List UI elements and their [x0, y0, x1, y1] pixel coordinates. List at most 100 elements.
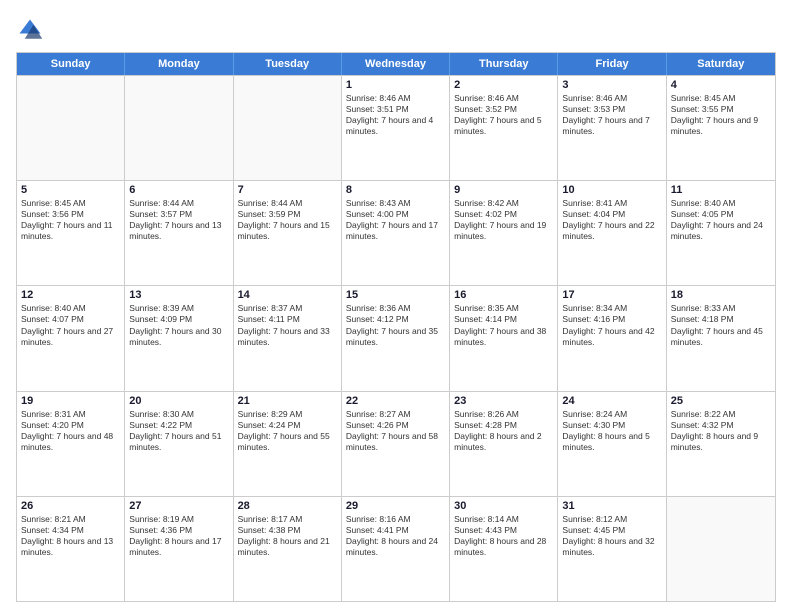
day-number: 28: [238, 500, 337, 512]
empty-cell-r0c0: [17, 76, 125, 180]
weekday-header-monday: Monday: [125, 53, 233, 75]
cell-info: Sunrise: 8:37 AM Sunset: 4:11 PM Dayligh…: [238, 303, 337, 347]
cell-info: Sunrise: 8:22 AM Sunset: 4:32 PM Dayligh…: [671, 409, 771, 453]
day-cell-19: 19 Sunrise: 8:31 AM Sunset: 4:20 PM Dayli…: [17, 392, 125, 496]
cell-info: Sunrise: 8:42 AM Sunset: 4:02 PM Dayligh…: [454, 198, 553, 242]
cell-info: Sunrise: 8:36 AM Sunset: 4:12 PM Dayligh…: [346, 303, 445, 347]
day-number: 6: [129, 184, 228, 196]
day-number: 26: [21, 500, 120, 512]
cell-info: Sunrise: 8:40 AM Sunset: 4:07 PM Dayligh…: [21, 303, 120, 347]
cell-info: Sunrise: 8:41 AM Sunset: 4:04 PM Dayligh…: [562, 198, 661, 242]
day-number: 15: [346, 289, 445, 301]
calendar-row-2: 12 Sunrise: 8:40 AM Sunset: 4:07 PM Dayli…: [17, 285, 775, 390]
day-number: 12: [21, 289, 120, 301]
day-cell-7: 7 Sunrise: 8:44 AM Sunset: 3:59 PM Daylig…: [234, 181, 342, 285]
day-number: 27: [129, 500, 228, 512]
weekday-header-thursday: Thursday: [450, 53, 558, 75]
weekday-header-wednesday: Wednesday: [342, 53, 450, 75]
day-number: 19: [21, 395, 120, 407]
day-number: 2: [454, 79, 553, 91]
day-cell-28: 28 Sunrise: 8:17 AM Sunset: 4:38 PM Dayli…: [234, 497, 342, 601]
day-cell-14: 14 Sunrise: 8:37 AM Sunset: 4:11 PM Dayli…: [234, 286, 342, 390]
day-number: 8: [346, 184, 445, 196]
day-number: 25: [671, 395, 771, 407]
day-cell-21: 21Sunrise: 8:29 AM Sunset: 4:24 PM Dayli…: [234, 392, 342, 496]
day-cell-16: 16 Sunrise: 8:35 AM Sunset: 4:14 PM Dayli…: [450, 286, 558, 390]
logo: [16, 16, 48, 44]
cell-info: Sunrise: 8:45 AM Sunset: 3:55 PM Dayligh…: [671, 93, 771, 137]
day-number: 11: [671, 184, 771, 196]
cell-info: Sunrise: 8:44 AM Sunset: 3:59 PM Dayligh…: [238, 198, 337, 242]
day-cell-3: 3Sunrise: 8:46 AM Sunset: 3:53 PM Daylig…: [558, 76, 666, 180]
cell-info: Sunrise: 8:43 AM Sunset: 4:00 PM Dayligh…: [346, 198, 445, 242]
day-cell-30: 30Sunrise: 8:14 AM Sunset: 4:43 PM Dayli…: [450, 497, 558, 601]
day-cell-18: 18 Sunrise: 8:33 AM Sunset: 4:18 PM Dayli…: [667, 286, 775, 390]
day-cell-24: 24 Sunrise: 8:24 AM Sunset: 4:30 PM Dayli…: [558, 392, 666, 496]
cell-info: Sunrise: 8:31 AM Sunset: 4:20 PM Dayligh…: [21, 409, 120, 453]
cell-info: Sunrise: 8:45 AM Sunset: 3:56 PM Dayligh…: [21, 198, 120, 242]
day-cell-20: 20 Sunrise: 8:30 AM Sunset: 4:22 PM Dayli…: [125, 392, 233, 496]
day-number: 10: [562, 184, 661, 196]
calendar-header: SundayMondayTuesdayWednesdayThursdayFrid…: [17, 53, 775, 75]
day-cell-26: 26 Sunrise: 8:21 AM Sunset: 4:34 PM Dayli…: [17, 497, 125, 601]
day-number: 24: [562, 395, 661, 407]
day-number: 18: [671, 289, 771, 301]
day-cell-29: 29Sunrise: 8:16 AM Sunset: 4:41 PM Dayli…: [342, 497, 450, 601]
cell-info: Sunrise: 8:16 AM Sunset: 4:41 PM Dayligh…: [346, 514, 445, 558]
day-cell-17: 17 Sunrise: 8:34 AM Sunset: 4:16 PM Dayli…: [558, 286, 666, 390]
calendar-row-4: 26 Sunrise: 8:21 AM Sunset: 4:34 PM Dayli…: [17, 496, 775, 601]
logo-icon: [16, 16, 44, 44]
empty-cell-r4c6: [667, 497, 775, 601]
cell-info: Sunrise: 8:21 AM Sunset: 4:34 PM Dayligh…: [21, 514, 120, 558]
day-number: 13: [129, 289, 228, 301]
cell-info: Sunrise: 8:17 AM Sunset: 4:38 PM Dayligh…: [238, 514, 337, 558]
day-number: 14: [238, 289, 337, 301]
cell-info: Sunrise: 8:24 AM Sunset: 4:30 PM Dayligh…: [562, 409, 661, 453]
day-number: 7: [238, 184, 337, 196]
cell-info: Sunrise: 8:19 AM Sunset: 4:36 PM Dayligh…: [129, 514, 228, 558]
day-cell-9: 9Sunrise: 8:42 AM Sunset: 4:02 PM Daylig…: [450, 181, 558, 285]
day-cell-31: 31 Sunrise: 8:12 AM Sunset: 4:45 PM Dayli…: [558, 497, 666, 601]
weekday-header-tuesday: Tuesday: [234, 53, 342, 75]
cell-info: Sunrise: 8:35 AM Sunset: 4:14 PM Dayligh…: [454, 303, 553, 347]
day-cell-25: 25 Sunrise: 8:22 AM Sunset: 4:32 PM Dayli…: [667, 392, 775, 496]
day-number: 20: [129, 395, 228, 407]
cell-info: Sunrise: 8:30 AM Sunset: 4:22 PM Dayligh…: [129, 409, 228, 453]
calendar-body: 1Sunrise: 8:46 AM Sunset: 3:51 PM Daylig…: [17, 75, 775, 601]
day-number: 4: [671, 79, 771, 91]
cell-info: Sunrise: 8:14 AM Sunset: 4:43 PM Dayligh…: [454, 514, 553, 558]
day-cell-22: 22 Sunrise: 8:27 AM Sunset: 4:26 PM Dayli…: [342, 392, 450, 496]
day-cell-4: 4 Sunrise: 8:45 AM Sunset: 3:55 PM Daylig…: [667, 76, 775, 180]
cell-info: Sunrise: 8:34 AM Sunset: 4:16 PM Dayligh…: [562, 303, 661, 347]
day-cell-27: 27 Sunrise: 8:19 AM Sunset: 4:36 PM Dayli…: [125, 497, 233, 601]
calendar: SundayMondayTuesdayWednesdayThursdayFrid…: [16, 52, 776, 602]
calendar-row-0: 1Sunrise: 8:46 AM Sunset: 3:51 PM Daylig…: [17, 75, 775, 180]
cell-info: Sunrise: 8:27 AM Sunset: 4:26 PM Dayligh…: [346, 409, 445, 453]
cell-info: Sunrise: 8:46 AM Sunset: 3:52 PM Dayligh…: [454, 93, 553, 137]
day-number: 23: [454, 395, 553, 407]
cell-info: Sunrise: 8:46 AM Sunset: 3:51 PM Dayligh…: [346, 93, 445, 137]
day-cell-11: 11 Sunrise: 8:40 AM Sunset: 4:05 PM Dayli…: [667, 181, 775, 285]
day-number: 21: [238, 395, 337, 407]
day-cell-2: 2 Sunrise: 8:46 AM Sunset: 3:52 PM Daylig…: [450, 76, 558, 180]
cell-info: Sunrise: 8:33 AM Sunset: 4:18 PM Dayligh…: [671, 303, 771, 347]
day-number: 16: [454, 289, 553, 301]
cell-info: Sunrise: 8:39 AM Sunset: 4:09 PM Dayligh…: [129, 303, 228, 347]
day-cell-12: 12 Sunrise: 8:40 AM Sunset: 4:07 PM Dayli…: [17, 286, 125, 390]
cell-info: Sunrise: 8:40 AM Sunset: 4:05 PM Dayligh…: [671, 198, 771, 242]
day-cell-23: 23 Sunrise: 8:26 AM Sunset: 4:28 PM Dayli…: [450, 392, 558, 496]
weekday-header-saturday: Saturday: [667, 53, 775, 75]
day-number: 22: [346, 395, 445, 407]
cell-info: Sunrise: 8:44 AM Sunset: 3:57 PM Dayligh…: [129, 198, 228, 242]
calendar-row-1: 5 Sunrise: 8:45 AM Sunset: 3:56 PM Daylig…: [17, 180, 775, 285]
day-cell-10: 10 Sunrise: 8:41 AM Sunset: 4:04 PM Dayli…: [558, 181, 666, 285]
weekday-header-friday: Friday: [558, 53, 666, 75]
day-cell-6: 6 Sunrise: 8:44 AM Sunset: 3:57 PM Daylig…: [125, 181, 233, 285]
day-number: 17: [562, 289, 661, 301]
page: SundayMondayTuesdayWednesdayThursdayFrid…: [0, 0, 792, 612]
day-number: 31: [562, 500, 661, 512]
cell-info: Sunrise: 8:26 AM Sunset: 4:28 PM Dayligh…: [454, 409, 553, 453]
day-cell-8: 8 Sunrise: 8:43 AM Sunset: 4:00 PM Daylig…: [342, 181, 450, 285]
day-number: 5: [21, 184, 120, 196]
cell-info: Sunrise: 8:12 AM Sunset: 4:45 PM Dayligh…: [562, 514, 661, 558]
